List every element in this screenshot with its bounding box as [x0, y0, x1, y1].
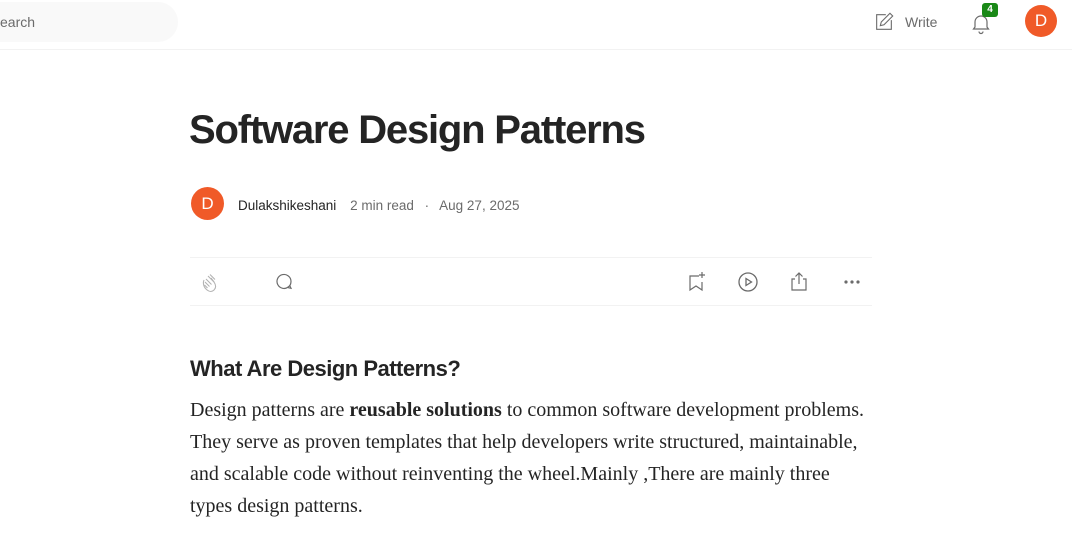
- bookmark-add-icon: [689, 272, 705, 292]
- write-label: Write: [905, 14, 938, 30]
- write-button[interactable]: Write: [873, 11, 937, 33]
- notification-badge: 4: [982, 3, 998, 17]
- user-avatar[interactable]: D: [1025, 5, 1057, 37]
- listen-button[interactable]: [736, 270, 760, 294]
- section-heading: What Are Design Patterns?: [190, 356, 461, 381]
- share-icon: [791, 272, 807, 291]
- paragraph-bold-text: reusable solutions: [349, 399, 502, 421]
- play-icon: [738, 272, 758, 292]
- search-input[interactable]: earch: [0, 2, 178, 42]
- read-time: 2 min read: [350, 198, 414, 213]
- top-navigation-bar: earch Write 4 D: [0, 0, 1072, 50]
- search-placeholder: earch: [0, 14, 36, 30]
- clap-button[interactable]: [198, 270, 222, 294]
- share-button[interactable]: [787, 270, 811, 294]
- publish-date: Aug 27, 2025: [439, 198, 520, 213]
- author-avatar[interactable]: D: [191, 187, 224, 220]
- meta-separator: ·: [424, 198, 430, 213]
- paragraph-text-start: Design patterns are: [190, 399, 350, 421]
- author-name[interactable]: Dulakshikeshani: [238, 198, 336, 213]
- article-action-bar: [190, 257, 872, 306]
- clap-icon: [202, 274, 217, 292]
- more-button[interactable]: [840, 270, 864, 294]
- article-title: Software Design Patterns: [189, 108, 646, 152]
- bookmark-button[interactable]: [684, 270, 708, 294]
- article-paragraph: Design patterns are reusable solutions t…: [190, 394, 870, 522]
- comment-button[interactable]: [272, 270, 296, 294]
- more-icon: [844, 280, 860, 284]
- article-meta: Dulakshikeshani 2 min read · Aug 27, 202…: [238, 197, 519, 215]
- comment-icon: [276, 273, 293, 290]
- write-icon: [876, 12, 894, 30]
